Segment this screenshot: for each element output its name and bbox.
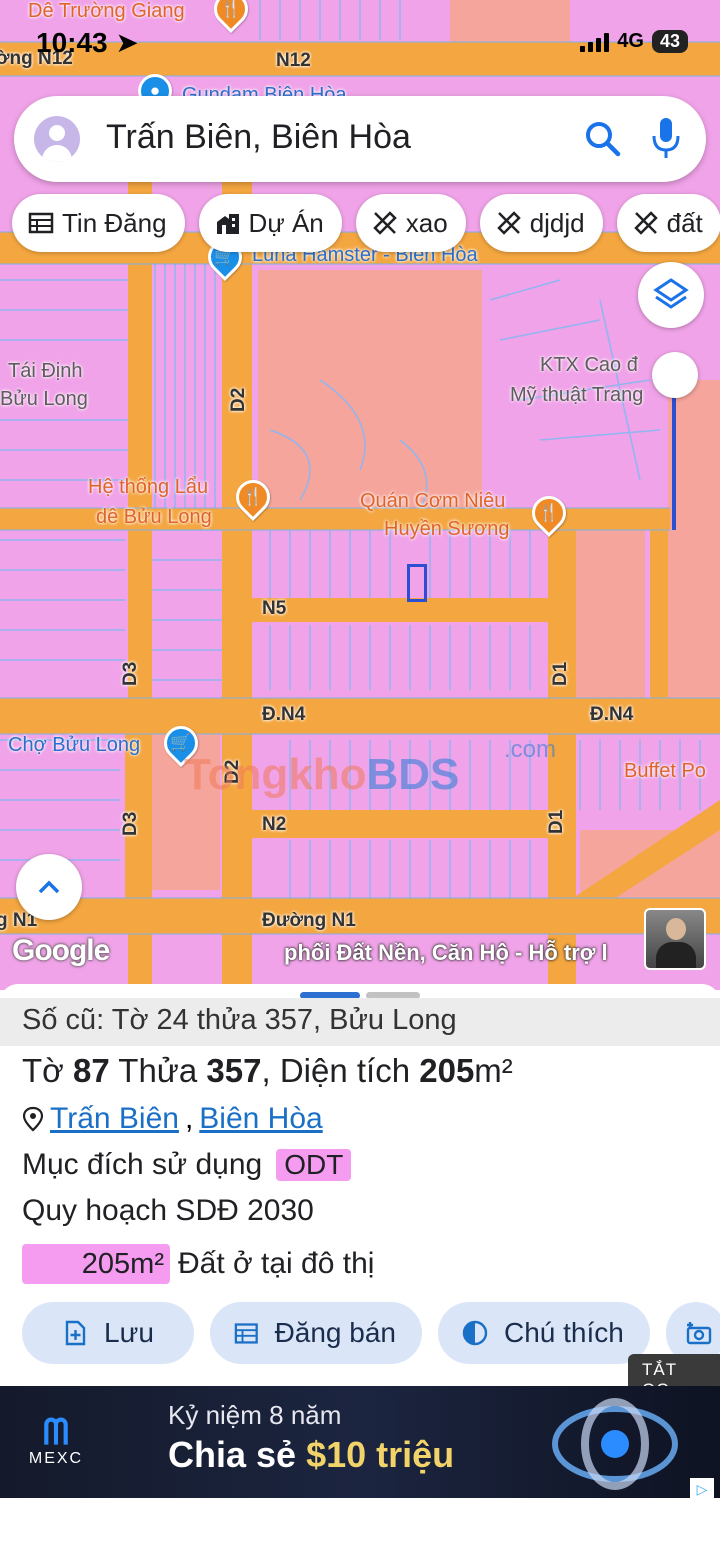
chip-dat[interactable]: đất bbox=[616, 194, 720, 252]
legend-swatch: 205m² bbox=[22, 1244, 170, 1284]
map-label-buu-long: Bửu Long bbox=[0, 388, 88, 410]
chip-du-an[interactable]: Dự Án bbox=[198, 194, 342, 252]
agent-avatar[interactable] bbox=[644, 908, 706, 970]
expand-button[interactable] bbox=[16, 854, 82, 920]
layers-button[interactable] bbox=[638, 262, 704, 328]
chip-label: xao bbox=[405, 207, 448, 238]
search-bar[interactable]: Trấn Biên, Biên Hòa bbox=[14, 96, 706, 182]
mexc-mark-icon: ᗰ bbox=[43, 1411, 69, 1452]
city-link[interactable]: Biên Hòa bbox=[199, 1102, 322, 1136]
land-use-purpose: Mục đích sử dụng ODT bbox=[22, 1148, 352, 1182]
chevron-up-icon bbox=[38, 880, 60, 894]
road-label-n1: Đường N1 bbox=[262, 910, 356, 931]
contrast-icon bbox=[462, 1320, 488, 1346]
road-label-dn4-right: Đ.N4 bbox=[590, 704, 634, 725]
table-icon bbox=[28, 212, 54, 234]
layers-icon bbox=[653, 278, 689, 309]
map-label-ktx-2[interactable]: Mỹ thuật Trang bbox=[510, 384, 643, 407]
status-bar: 10:43 ➤ 4G 43 bbox=[0, 0, 720, 84]
land-use-badge: ODT bbox=[276, 1149, 352, 1181]
location-arrow-icon: ➤ bbox=[115, 27, 139, 58]
parcel-summary: Tờ 87 Thửa 357, Diện tích 205m² bbox=[22, 1052, 513, 1089]
location-pin-icon bbox=[22, 1106, 44, 1132]
status-time: 10:43 ➤ bbox=[36, 27, 139, 58]
map-label-lau-1[interactable]: Hệ thống Lẩu bbox=[88, 476, 208, 499]
map-label-buffet[interactable]: Buffet Po bbox=[624, 760, 706, 783]
adchoices-icon[interactable]: ▷ bbox=[690, 1478, 714, 1500]
road-label-d3-bottom: D3 bbox=[120, 811, 141, 836]
ruler-icon bbox=[372, 211, 397, 235]
buildings-icon bbox=[216, 214, 239, 234]
screen: Dê Trường Giang 🍴 ờng N12 N12 ● Gundam B… bbox=[0, 0, 720, 1558]
google-logo: Google bbox=[12, 934, 110, 967]
ad-graphic-icon bbox=[552, 1398, 678, 1490]
ward-link[interactable]: Trấn Biên bbox=[50, 1102, 179, 1136]
road-label-n5: N5 bbox=[262, 598, 287, 619]
road-label-d1-top: D1 bbox=[550, 661, 571, 686]
ad-headline: Kỷ niệm 8 năm bbox=[168, 1400, 342, 1430]
road-label-d2-top: D2 bbox=[228, 387, 249, 412]
add-file-icon bbox=[65, 1320, 86, 1346]
signal-icon bbox=[580, 32, 610, 52]
map-label-lau-2[interactable]: dê Bửu Long bbox=[96, 506, 212, 529]
chip-label: Dự Án bbox=[248, 207, 324, 238]
map-label-com-1[interactable]: Quán Cơm Niêu bbox=[360, 490, 505, 513]
network-type: 4G bbox=[617, 30, 644, 52]
ruler-icon bbox=[496, 211, 521, 235]
ad-banner[interactable]: ᗰ MEXC Kỷ niệm 8 năm Chia sẻ $10 triệu bbox=[0, 1386, 720, 1498]
parcel-info-sheet[interactable]: Số cũ: Tờ 24 thửa 357, Bửu Long Tờ 87 Th… bbox=[0, 984, 720, 1386]
calendar-icon bbox=[234, 1323, 258, 1344]
ad-tagline: Chia sẻ $10 triệu bbox=[168, 1434, 455, 1475]
map-ad-text[interactable]: phối Đất Nền, Căn Hộ - Hỗ trợ l bbox=[284, 940, 608, 966]
map-label-com-2[interactable]: Huyền Sương bbox=[384, 518, 509, 541]
microphone-icon[interactable] bbox=[650, 116, 682, 160]
chip-xao[interactable]: xao bbox=[355, 194, 466, 252]
save-button[interactable]: Lưu bbox=[22, 1302, 194, 1364]
planning-legend: 205m² Đất ở tại đô thị bbox=[22, 1244, 374, 1284]
filter-chips: Tin Đăng Dự Án xao djdjd đất bbox=[12, 194, 720, 252]
camera-add-icon bbox=[686, 1322, 712, 1345]
post-sale-button[interactable]: Đăng bán bbox=[210, 1302, 422, 1364]
road-label-n2: N2 bbox=[262, 814, 287, 835]
ruler-icon bbox=[633, 211, 658, 235]
battery-icon: 43 bbox=[651, 30, 688, 53]
chip-label: đất bbox=[666, 207, 703, 238]
selected-parcel-marker bbox=[407, 564, 427, 602]
location-line: Trấn Biên, Biên Hòa bbox=[22, 1102, 323, 1136]
action-buttons: Lưu Đăng bán Chú thích bbox=[22, 1302, 720, 1364]
road-label-d1-bottom: D1 bbox=[546, 809, 567, 834]
chip-tin-dang[interactable]: Tin Đăng bbox=[12, 194, 185, 252]
road-label-d3-top: D3 bbox=[120, 661, 141, 686]
legend-button[interactable]: Chú thích bbox=[438, 1302, 650, 1364]
road-label-dn4-left: Đ.N4 bbox=[262, 704, 306, 725]
search-input[interactable]: Trấn Biên, Biên Hòa bbox=[106, 118, 411, 157]
mexc-logo: ᗰ MEXC bbox=[24, 1414, 88, 1468]
legend-description: Đất ở tại đô thị bbox=[178, 1247, 375, 1280]
chip-djdjd[interactable]: djdjd bbox=[479, 194, 603, 252]
planning-label: Quy hoạch SDĐ 2030 bbox=[22, 1194, 314, 1227]
compass-button[interactable] bbox=[652, 352, 698, 398]
watermark-logo: TongkhoBDS .com bbox=[184, 736, 557, 799]
map-label-ktx-1[interactable]: KTX Cao đ bbox=[540, 354, 638, 377]
map-label-cho-buu-long[interactable]: Chợ Bửu Long bbox=[8, 734, 140, 757]
old-parcel-info: Số cũ: Tờ 24 thửa 357, Bửu Long bbox=[0, 998, 720, 1046]
chip-label: djdjd bbox=[529, 207, 585, 238]
search-icon[interactable] bbox=[584, 120, 622, 158]
map-label-tai-dinh: Tái Định bbox=[8, 360, 83, 382]
chip-label: Tin Đăng bbox=[62, 207, 167, 238]
user-avatar[interactable] bbox=[34, 116, 80, 162]
